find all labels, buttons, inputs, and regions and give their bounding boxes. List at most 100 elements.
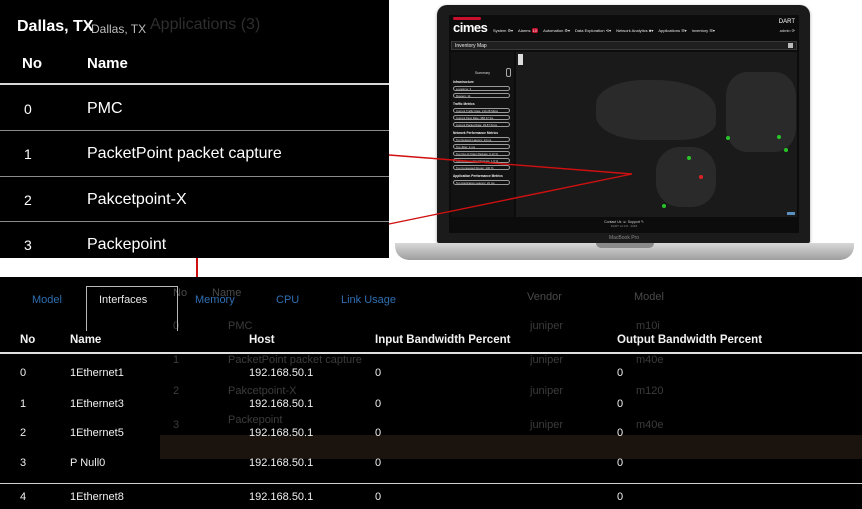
app-nav: System ⚙▾ Alarms 10 Automation ⚙▾ Data E…: [493, 28, 715, 33]
row-name: PMC: [87, 100, 123, 117]
map-marker[interactable]: [687, 156, 691, 160]
alarm-count-badge: 10: [531, 28, 539, 33]
map-land-north-america: [596, 80, 716, 140]
apm-heading: Application Performance Metrics: [453, 174, 503, 178]
table-row[interactable]: 2 Pakcetpoint-X: [0, 177, 389, 223]
nav-applications[interactable]: Applications ☰▾: [658, 28, 686, 33]
cell-output-bandwidth: 0: [617, 457, 624, 469]
row-name: Packepoint: [87, 236, 167, 253]
retransmitted-pill: Top Retransmitted Packets: 1.9 %: [453, 158, 510, 163]
map-marker[interactable]: [777, 135, 781, 139]
column-header-host: Host: [249, 334, 275, 346]
inventory-map[interactable]: [516, 52, 797, 217]
app-logo[interactable]: cimes: [453, 17, 488, 35]
cell-output-bandwidth: 0: [617, 491, 624, 503]
map-zoom-control[interactable]: [518, 54, 523, 65]
column-header-no: No: [20, 334, 36, 346]
map-marker[interactable]: [726, 136, 730, 140]
page-title-bar: Inventory Map: [451, 41, 797, 50]
flow-rate-pill: Current Flow Rate: 368.17 fps: [453, 115, 510, 120]
congested-pill: Top Congested Router: 100 %: [453, 165, 510, 170]
packet-rate-pill: Current Packet Rate: 39.87 Kpps: [453, 122, 510, 127]
summary-toggle[interactable]: [506, 68, 511, 77]
table-row[interactable]: 0 PMC: [0, 86, 389, 132]
out-of-order-pill: Top Out of Order Packets: 0.13 %: [453, 151, 510, 156]
table-row[interactable]: 4 1Ethernet8 192.168.50.1 0 0: [0, 483, 862, 509]
cell-name: 1Ethernet5: [70, 427, 124, 439]
nav-data-exploration[interactable]: Data Exploration ⟲▾: [575, 28, 611, 33]
traffic-rate-pill: Current Traffic Rate: 219.28 Mbps: [453, 108, 510, 113]
nav-network-analytics[interactable]: Network Analytics ♣▾: [616, 28, 653, 33]
cell-output-bandwidth: 0: [617, 367, 624, 379]
menu-icon[interactable]: [788, 43, 793, 48]
column-header-input-bandwidth: Input Bandwidth Percent: [375, 334, 511, 346]
cell-name: 1Ethernet3: [70, 398, 124, 410]
laptop-model-label: MacBook Pro: [608, 235, 639, 241]
nav-alarms[interactable]: Alarms 10: [518, 28, 539, 33]
tab-interfaces[interactable]: Interfaces: [99, 294, 147, 306]
cell-input-bandwidth: 0: [375, 491, 382, 503]
cell-no: 0: [20, 367, 27, 379]
row-name: PacketPoint packet capture: [87, 145, 282, 162]
logo-swoosh: [453, 17, 481, 20]
logo-text: cimes: [453, 20, 488, 35]
table-row[interactable]: 3 P Null0 192.168.50.1 0 0: [0, 449, 862, 477]
callout-line-vertical: [196, 258, 198, 277]
footer-version: DART v2.0.8 - 2018: [610, 224, 638, 228]
table-row[interactable]: 2 1Ethernet5 192.168.50.1 0 0: [0, 419, 862, 447]
map-marker-dallas[interactable]: [699, 175, 703, 179]
map-land-south-america: [656, 147, 716, 207]
cell-output-bandwidth: 0: [617, 427, 624, 439]
ghost-row-model: m10i: [636, 320, 660, 332]
summary-sidebar: Summary Infrastructure Locations: 3 Rout…: [451, 52, 514, 217]
table-row[interactable]: 3 Packepoint: [0, 222, 389, 258]
laptop-notch: [596, 243, 654, 248]
network-latency-pill: Top Network Latency: 13 ms: [453, 137, 510, 142]
npm-heading: Network Performance Metrics: [453, 131, 498, 135]
column-header-name: Name: [87, 55, 128, 72]
nav-system[interactable]: System ⚙▾: [493, 28, 513, 33]
tab-link-usage[interactable]: Link Usage: [341, 294, 396, 306]
tab-memory[interactable]: Memory: [195, 294, 235, 306]
column-header-output-bandwidth: Output Bandwidth Percent: [617, 334, 763, 346]
user-menu[interactable]: admin ⟳: [780, 28, 795, 33]
cell-host: 192.168.50.1: [249, 427, 314, 439]
page-title: Inventory Map: [455, 43, 487, 49]
cell-input-bandwidth: 0: [375, 398, 382, 410]
ghost-col-vendor: Vendor: [527, 291, 562, 303]
nav-inventory[interactable]: Inventory ☰▾: [692, 28, 715, 33]
map-marker[interactable]: [784, 148, 788, 152]
cell-input-bandwidth: 0: [375, 367, 382, 379]
cell-no: 3: [20, 457, 27, 469]
location-title: Dallas, TX: [17, 18, 94, 35]
app-header: cimes System ⚙▾ Alarms 10 Automation ⚙▾ …: [449, 15, 799, 39]
table-row[interactable]: 1 1Ethernet3 192.168.50.1 0 0: [0, 390, 862, 418]
map-attribution: [787, 212, 795, 215]
product-name: DART: [778, 19, 795, 25]
tab-cpu[interactable]: CPU: [276, 294, 299, 306]
ghost-applications-heading: Applications (3): [150, 16, 261, 33]
app-footer: Contact Us ☏ Support ✎ DART v2.0.8 - 201…: [449, 218, 799, 233]
ghost-col-model: Model: [634, 291, 664, 303]
applications-zoom-panel: Applications (3) Dallas, TX Dallas, TX N…: [0, 0, 389, 258]
interfaces-panel: No Name Vendor Model 0 PMC juniper m10i …: [0, 277, 862, 509]
top-jitter-pill: Top Jitter: 4 ms: [453, 144, 510, 149]
cell-input-bandwidth: 0: [375, 457, 382, 469]
locations-pill: Locations: 3: [453, 86, 510, 91]
nav-automation[interactable]: Automation ⚙▾: [543, 28, 570, 33]
active-tab-frame: [86, 286, 178, 331]
table-row[interactable]: 0 1Ethernet1 192.168.50.1 0 0: [0, 359, 862, 387]
cell-no: 1: [20, 398, 27, 410]
cell-host: 192.168.50.1: [249, 491, 314, 503]
location-subtitle: Dallas, TX: [91, 22, 147, 36]
map-marker[interactable]: [662, 204, 666, 208]
row-no: 1: [24, 146, 32, 162]
table-row[interactable]: 1 PacketPoint packet capture: [0, 131, 389, 177]
map-land-europe: [726, 72, 796, 152]
header-rule: [0, 83, 389, 85]
tab-model[interactable]: Model: [32, 294, 62, 306]
summary-label: Summary: [475, 71, 490, 75]
header-rule: [0, 352, 862, 354]
cell-no: 2: [20, 427, 27, 439]
nav-alarms-label: Alarms: [518, 28, 531, 33]
